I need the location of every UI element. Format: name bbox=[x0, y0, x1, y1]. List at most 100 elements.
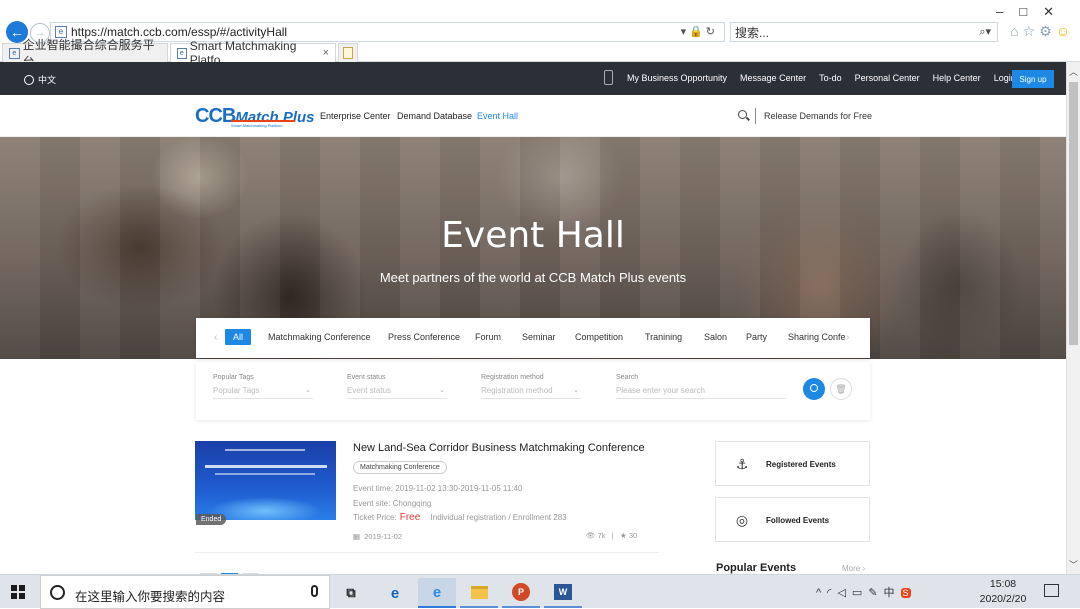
hero-subtitle: Meet partners of the world at CCB Match … bbox=[379, 270, 687, 285]
followed-events-card[interactable]: ◎ Followed Events bbox=[715, 497, 870, 542]
category-competition[interactable]: Competition bbox=[575, 332, 623, 342]
event-time: Event time: 2019-11-02 13:30-2019-11-05 … bbox=[353, 484, 523, 493]
scroll-thumb[interactable] bbox=[1069, 82, 1078, 345]
event-tag: Matchmaking Conference bbox=[353, 461, 447, 474]
followed-events-icon: ◎ bbox=[735, 512, 749, 528]
star-icon[interactable]: ★ bbox=[620, 531, 627, 540]
category-training[interactable]: Tranining bbox=[645, 332, 682, 342]
close-tab-icon[interactable]: × bbox=[323, 47, 329, 59]
globe-icon bbox=[24, 74, 34, 85]
new-tab-button[interactable] bbox=[338, 43, 358, 62]
browser-search-input[interactable]: 搜索... ⌕▾ bbox=[730, 22, 998, 42]
scroll-up-icon[interactable]: ︿ bbox=[1069, 65, 1078, 78]
feedback-smiley-icon[interactable]: ☺ bbox=[1056, 23, 1074, 39]
language-label: 中文 bbox=[38, 75, 57, 85]
category-matchmaking-conference[interactable]: Matchmaking Conference bbox=[268, 332, 371, 342]
release-demands-link[interactable]: Release Demands for Free bbox=[764, 111, 872, 121]
window-controls[interactable]: –□✕ bbox=[996, 4, 1070, 20]
task-view-icon[interactable]: ⧉ bbox=[332, 578, 370, 608]
browser-tab-1[interactable]: e 企业智能撮合综合服务平台 bbox=[2, 38, 168, 69]
registered-events-card[interactable]: ⚓ Registered Events bbox=[715, 441, 870, 486]
nav-divider bbox=[755, 108, 756, 124]
price-free: Free bbox=[399, 512, 421, 523]
chevron-down-icon: ⌄ bbox=[439, 387, 445, 394]
system-tray[interactable]: ^◜◁▭✎中 S bbox=[816, 584, 911, 600]
nav-event-hall[interactable]: Event Hall bbox=[477, 111, 518, 121]
star-count: 30 bbox=[628, 531, 638, 540]
browser-chrome: –□✕ ← → e https://match.ccb.com/essp/#/a… bbox=[0, 0, 1080, 69]
cortana-icon bbox=[50, 585, 65, 600]
language-switch[interactable]: 中文 bbox=[24, 73, 56, 86]
search-button[interactable] bbox=[803, 378, 825, 400]
chevron-up-icon[interactable]: ^ bbox=[816, 587, 827, 599]
personal-center-link[interactable]: Personal Center bbox=[855, 73, 920, 83]
network-icon[interactable]: ◜ bbox=[827, 587, 837, 599]
registered-events-icon: ⚓ bbox=[735, 456, 749, 472]
ime-indicator[interactable]: 中 bbox=[884, 587, 901, 599]
event-registration-info: Individual registration / Enrollment 283 bbox=[430, 513, 567, 522]
notification-center-icon[interactable] bbox=[1044, 584, 1059, 597]
browser-search-placeholder: 搜索... bbox=[735, 25, 770, 40]
event-title[interactable]: New Land-Sea Corridor Business Matchmaki… bbox=[353, 442, 645, 454]
search-icon[interactable]: ⌕▾ bbox=[979, 25, 991, 39]
registration-method-select[interactable]: Registration method ⌄ bbox=[481, 386, 581, 399]
windows-taskbar: 在这里输入你要搜索的内容 ⧉ e e P W ^◜◁▭✎中 S 15:08 202… bbox=[0, 574, 1080, 609]
battery-icon[interactable]: ▭ bbox=[852, 587, 868, 599]
event-date: ▦ 2019-11-02 bbox=[353, 532, 403, 541]
signup-button[interactable]: Sign up bbox=[1012, 70, 1054, 88]
volume-icon[interactable]: ◁ bbox=[837, 587, 851, 599]
category-forum[interactable]: Forum bbox=[475, 332, 501, 342]
category-salon[interactable]: Salon bbox=[704, 332, 727, 342]
chevron-right-icon[interactable]: › bbox=[846, 332, 849, 343]
calendar-icon: ▦ bbox=[353, 532, 361, 541]
event-poster-image[interactable] bbox=[195, 441, 336, 520]
top-utility-bar: 中文 My Business Opportunity Message Cente… bbox=[0, 62, 1066, 95]
pen-icon[interactable]: ✎ bbox=[868, 587, 883, 599]
windows-start-icon[interactable] bbox=[11, 585, 25, 599]
internet-explorer-icon[interactable]: e bbox=[418, 578, 456, 608]
edge-browser-icon[interactable]: e bbox=[376, 578, 414, 608]
top-links: My Business Opportunity Message Center T… bbox=[627, 73, 1029, 83]
event-stats: 👁 7k | ★ 30 bbox=[586, 531, 638, 540]
powerpoint-icon[interactable]: P bbox=[502, 578, 540, 608]
popular-tags-filter: Popular Tags Popular Tags ⌄ bbox=[213, 374, 313, 399]
taskbar-search-box[interactable]: 在这里输入你要搜索的内容 bbox=[40, 575, 330, 609]
message-center-link[interactable]: Message Center bbox=[740, 73, 806, 83]
mobile-phone-icon[interactable] bbox=[604, 70, 613, 85]
category-seminar[interactable]: Seminar bbox=[522, 332, 556, 342]
nav-demand-database[interactable]: Demand Database bbox=[397, 111, 472, 121]
clear-filter-icon[interactable]: 🗑 bbox=[830, 378, 852, 400]
nav-enterprise-center[interactable]: Enterprise Center bbox=[320, 111, 391, 121]
microphone-icon[interactable] bbox=[311, 585, 318, 597]
file-explorer-icon[interactable] bbox=[460, 578, 498, 608]
vertical-scrollbar[interactable]: ︿ ﹀ bbox=[1066, 62, 1080, 574]
scroll-down-icon[interactable]: ﹀ bbox=[1069, 558, 1078, 571]
category-all[interactable]: All bbox=[225, 329, 252, 345]
search-filter: Search Please enter your search bbox=[616, 374, 786, 399]
ccb-match-plus-logo[interactable]: CCBMatch Plus Smart Matchmaking Platform bbox=[195, 105, 315, 129]
event-search-input[interactable]: Please enter your search bbox=[616, 386, 786, 399]
more-link[interactable]: More › bbox=[842, 564, 865, 573]
my-business-opportunity-link[interactable]: My Business Opportunity bbox=[627, 73, 727, 83]
browser-tab-2[interactable]: e Smart Matchmaking Platfo... × bbox=[170, 39, 336, 67]
word-icon[interactable]: W bbox=[544, 578, 582, 608]
category-press-conference[interactable]: Press Conference bbox=[388, 332, 460, 342]
ended-badge: Ended bbox=[196, 514, 227, 525]
browser-toolbar-icons[interactable]: ⌂☆⚙☺ bbox=[1010, 23, 1074, 40]
popular-tags-select[interactable]: Popular Tags ⌄ bbox=[213, 386, 313, 399]
chevron-down-icon: ⌄ bbox=[573, 387, 579, 394]
sogou-ime-icon[interactable]: S bbox=[900, 588, 911, 598]
taskbar-clock[interactable]: 15:08 2020/2/20 bbox=[975, 577, 1031, 607]
ie-page-icon: e bbox=[177, 47, 187, 59]
event-status-select[interactable]: Event status ⌄ bbox=[347, 386, 447, 399]
category-sharing-conference[interactable]: Sharing Confe bbox=[788, 332, 846, 342]
todo-link[interactable]: To-do bbox=[819, 73, 842, 83]
help-center-link[interactable]: Help Center bbox=[933, 73, 981, 83]
category-party[interactable]: Party bbox=[746, 332, 767, 342]
search-icon[interactable] bbox=[738, 110, 747, 119]
clock-date: 2020/2/20 bbox=[979, 593, 1027, 605]
chevron-left-icon[interactable]: ‹ bbox=[214, 332, 217, 343]
event-status-filter: Event status Event status ⌄ bbox=[347, 374, 447, 399]
new-tab-icon bbox=[343, 47, 353, 59]
address-actions-icon[interactable]: ▾🔒↻ bbox=[681, 25, 718, 38]
